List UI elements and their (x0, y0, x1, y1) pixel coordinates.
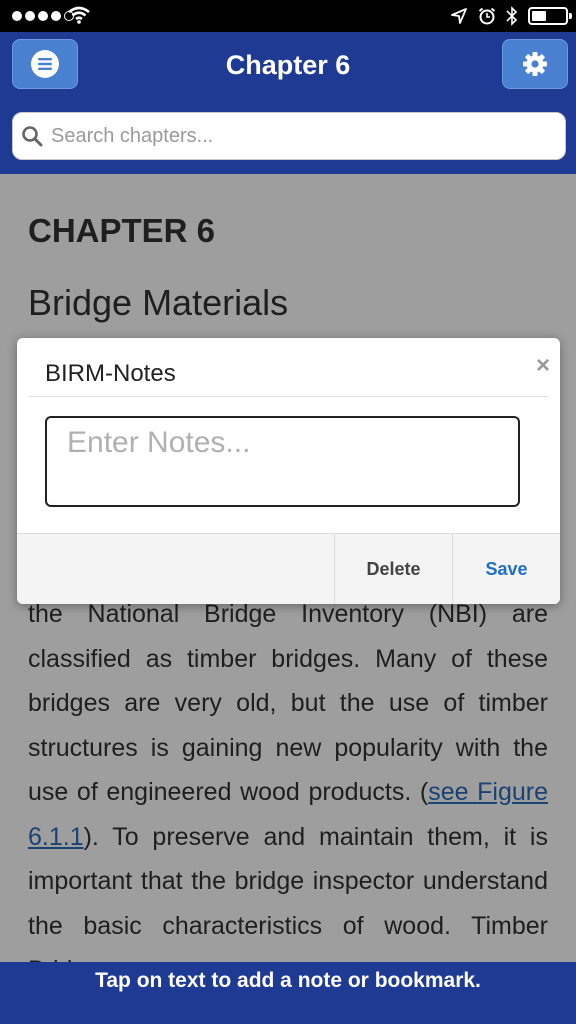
bottom-hint-bar: Tap on text to add a note or bookmark. (0, 962, 576, 1024)
delete-button[interactable]: Delete (334, 534, 452, 604)
close-icon[interactable]: × (536, 352, 550, 380)
alarm-icon (478, 7, 496, 25)
notes-field[interactable] (45, 416, 520, 507)
app-header: Chapter 6 (0, 32, 576, 174)
status-bar (0, 0, 576, 32)
gear-icon (523, 52, 547, 76)
location-icon (451, 8, 467, 24)
page-title: Chapter 6 (225, 50, 351, 80)
bluetooth-icon (506, 6, 518, 26)
search-icon (22, 126, 43, 147)
save-button[interactable]: Save (452, 534, 560, 604)
dialog-footer: Delete Save (17, 533, 560, 604)
notes-dialog: BIRM-Notes × Delete Save (17, 338, 560, 604)
search-input[interactable] (51, 124, 531, 148)
wifi-icon (68, 6, 90, 24)
divider (29, 396, 548, 397)
search-bar (12, 112, 566, 160)
dialog-title: BIRM-Notes (45, 360, 176, 387)
signal-icon (12, 11, 74, 21)
battery-icon (528, 7, 572, 25)
hint-text: Tap on text to add a note or bookmark. (95, 969, 481, 992)
settings-button[interactable] (502, 39, 568, 89)
